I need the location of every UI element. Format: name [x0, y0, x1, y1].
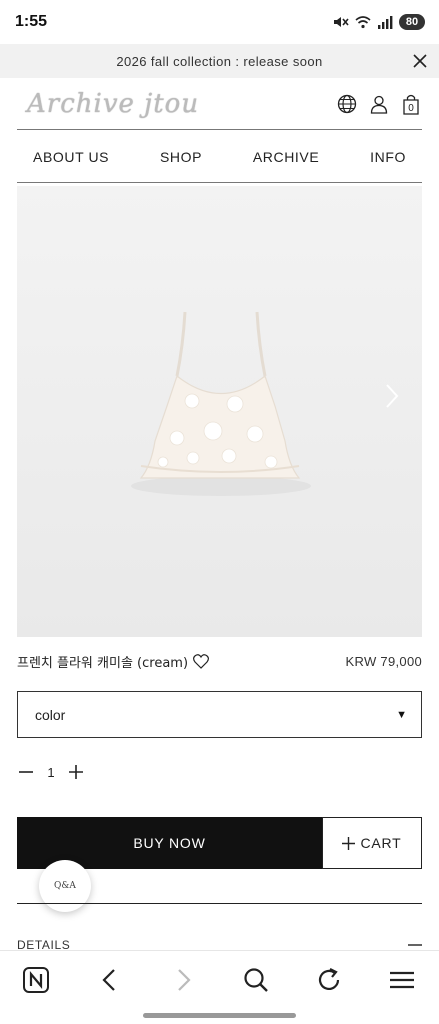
buy-now-label: BUY NOW	[133, 835, 206, 851]
signal-icon	[378, 16, 393, 29]
close-icon[interactable]	[411, 52, 429, 70]
quantity-value[interactable]: 1	[35, 765, 67, 780]
naver-home-icon[interactable]	[21, 965, 51, 995]
forward-icon[interactable]	[168, 965, 198, 995]
header-icons: 0	[336, 93, 422, 115]
nav-item-archive[interactable]: ARCHIVE	[253, 149, 319, 165]
product-name-text: 프렌치 플라워 캐미솔 (cream)	[17, 655, 189, 671]
announcement-text: 2026 fall collection : release soon	[116, 53, 323, 69]
globe-icon[interactable]	[336, 93, 358, 115]
product-info-row: 프렌치 플라워 캐미솔 (cream) KRW 79,000	[17, 650, 422, 672]
product-name: 프렌치 플라워 캐미솔 (cream)	[17, 652, 209, 671]
refresh-icon[interactable]	[314, 965, 344, 995]
cart-label: CART	[360, 835, 402, 851]
quantity-stepper: 1	[17, 760, 85, 784]
cart-count: 0	[408, 103, 414, 114]
main-nav: ABOUT US SHOP ARCHIVE INFO	[17, 131, 422, 183]
site-logo[interactable]: Archive jtou	[17, 89, 199, 119]
battery-indicator: 80	[399, 14, 425, 30]
home-indicator	[143, 1013, 296, 1018]
mute-icon	[334, 17, 349, 27]
nav-item-about-us[interactable]: ABOUT US	[33, 149, 109, 165]
back-icon[interactable]	[95, 965, 125, 995]
collapse-icon	[408, 944, 422, 946]
search-icon[interactable]	[241, 965, 271, 995]
qa-button[interactable]: Q&A	[39, 860, 91, 912]
product-image[interactable]	[17, 186, 422, 637]
status-icons: 80	[333, 14, 425, 30]
nav-item-shop[interactable]: SHOP	[160, 149, 202, 165]
nav-item-info[interactable]: INFO	[370, 149, 406, 165]
user-icon[interactable]	[368, 93, 390, 115]
color-select[interactable]: color ▼	[17, 691, 422, 738]
qa-label: Q&A	[54, 881, 76, 891]
wifi-icon	[355, 16, 371, 29]
status-time: 1:55	[15, 13, 48, 30]
plus-icon	[342, 836, 356, 850]
caret-down-icon: ▼	[396, 708, 407, 721]
section-divider	[17, 903, 422, 904]
purchase-actions: BUY NOW CART	[17, 817, 422, 869]
product-price: KRW 79,000	[345, 653, 422, 669]
announcement-bar: 2026 fall collection : release soon	[0, 44, 439, 78]
plus-icon[interactable]	[67, 763, 85, 781]
cart-icon[interactable]: 0	[400, 93, 422, 115]
status-bar: 1:55 80	[0, 0, 439, 44]
browser-toolbar	[0, 950, 439, 1024]
menu-icon[interactable]	[387, 965, 417, 995]
chevron-right-icon[interactable]	[384, 382, 400, 410]
minus-icon[interactable]	[17, 763, 35, 781]
camisole-illustration	[131, 311, 311, 496]
heart-icon[interactable]	[193, 653, 209, 669]
add-to-cart-button[interactable]: CART	[322, 817, 422, 869]
site-header: Archive jtou 0	[17, 78, 422, 130]
color-select-value: color	[35, 706, 66, 723]
